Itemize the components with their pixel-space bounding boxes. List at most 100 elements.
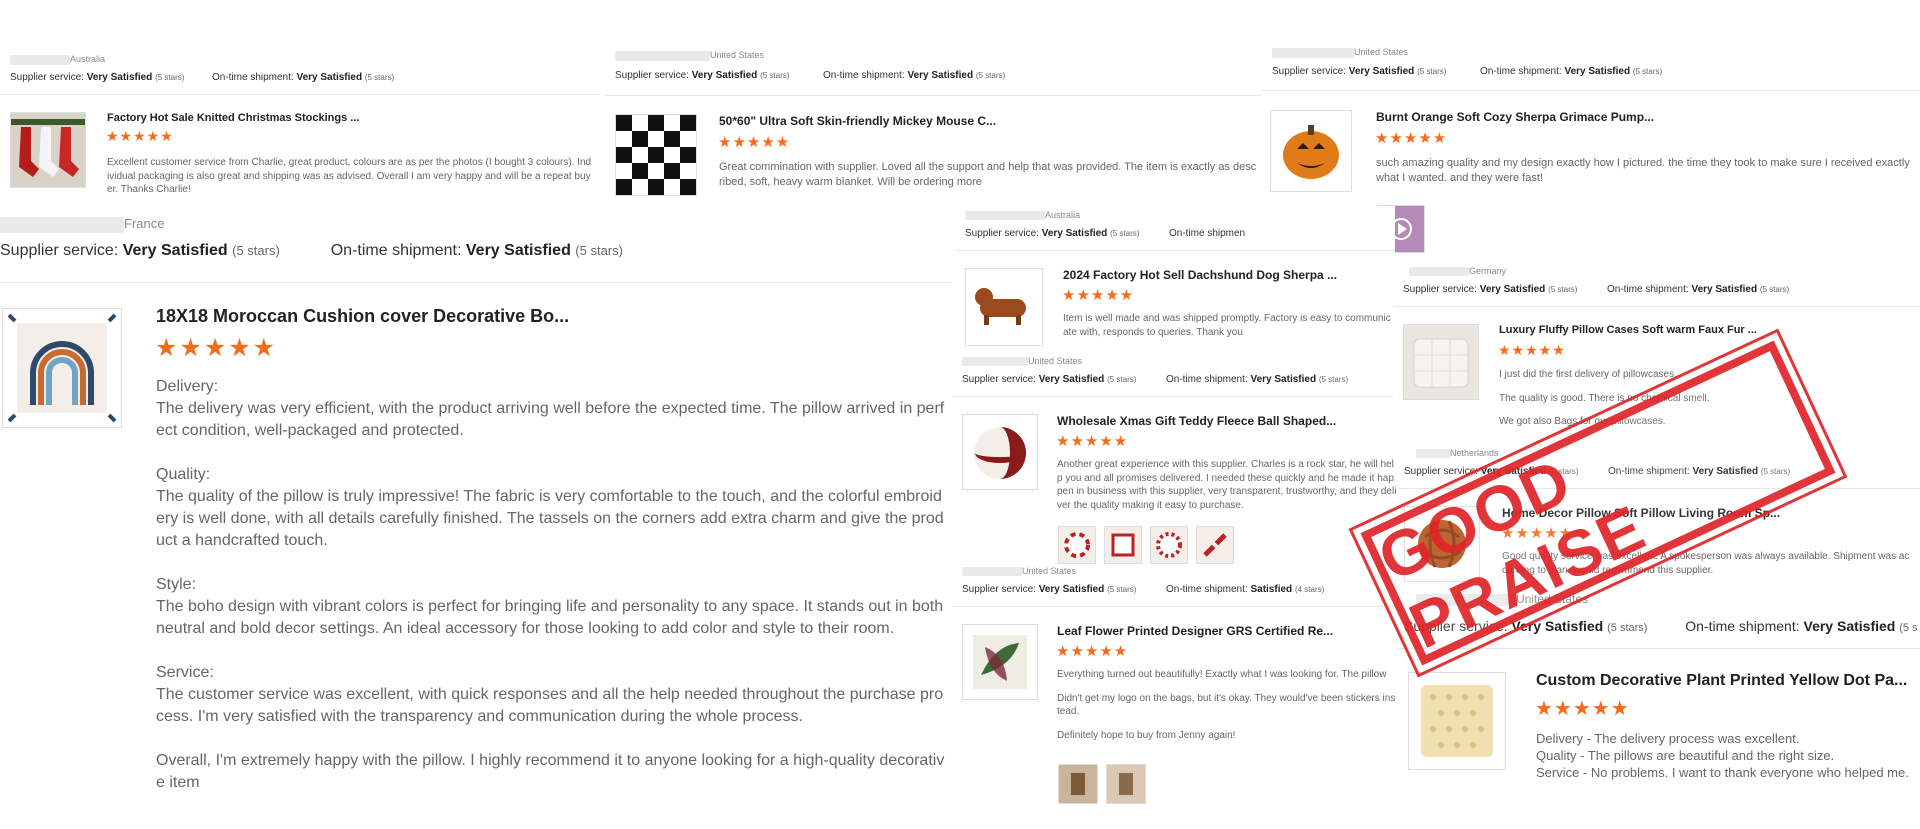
divider — [952, 606, 1400, 607]
shipment-label: On-time shipment: — [1479, 66, 1562, 77]
review-spacer — [156, 728, 946, 750]
review-line: Everything turned out beautifully! Exact… — [1057, 669, 1387, 680]
supplier-service-label: Supplier service: — [1272, 66, 1346, 77]
divider — [605, 95, 1265, 96]
shipment-value: Very Satisfied — [296, 72, 363, 83]
product-thumbnail[interactable] — [615, 114, 697, 196]
review-line: Service - No problems. I want to thank e… — [1536, 765, 1909, 780]
candy-pillow-photo — [1111, 533, 1135, 557]
review-card-blanket: United States Supplier service: Very Sat… — [605, 40, 1265, 205]
shipment-value: Very Satisfied — [1564, 66, 1631, 77]
review-paragraph: The customer service was excellent, with… — [156, 686, 944, 725]
product-thumbnail[interactable] — [962, 624, 1038, 700]
rating-summary: Supplier service: Very Satisfied (5 star… — [965, 228, 1245, 239]
review-photo[interactable] — [1104, 526, 1142, 564]
shipment-stars: (5 stars) — [1318, 375, 1349, 384]
rating-summary: Supplier service: Very Satisfied (5 star… — [615, 70, 1005, 81]
review-paragraph: Overall, I'm extremely happy with the pi… — [156, 752, 945, 791]
product-title[interactable]: Burnt Orange Soft Cozy Sherpa Grimace Pu… — [1376, 110, 1676, 124]
shipment-label: On-time shipment: — [330, 242, 462, 259]
shipment-stars: (5 s — [1899, 622, 1918, 634]
review-text: Delivery - The delivery process was exce… — [1536, 730, 1920, 781]
product-title[interactable]: Leaf Flower Printed Designer GRS Certifi… — [1057, 624, 1387, 638]
supplier-service-stars: (5 stars) — [1417, 67, 1447, 76]
review-text: Everything turned out beautifully! Exact… — [1057, 668, 1397, 742]
reviewer-name-blurred — [962, 567, 1022, 577]
reviewer-name-blurred — [615, 50, 710, 61]
product-thumbnail[interactable] — [1408, 672, 1506, 770]
checkered-blanket-image — [616, 115, 696, 195]
review-photo[interactable] — [1150, 526, 1188, 564]
reviewer-country: Australia — [1045, 210, 1081, 220]
supplier-service-label: Supplier service: — [615, 70, 689, 81]
review-text: Great commination with supplier. Loved a… — [719, 161, 1257, 188]
reviewer-info: United States — [1272, 47, 1408, 58]
rating-stars: ★★★★★ — [1498, 342, 1566, 358]
review-line: Didn't get my logo on the bags, but it's… — [1057, 692, 1396, 718]
review-card-leaf-flower: United States Supplier service: Very Sat… — [952, 564, 1400, 829]
shipment-value: Very Satisfied — [1250, 374, 1317, 385]
divider — [1262, 90, 1920, 91]
rating-summary: Supplier service: Very Satisfied (5 star… — [0, 242, 623, 260]
shipment-value: Very Satisfied — [1803, 618, 1896, 634]
product-thumbnail[interactable] — [965, 268, 1043, 346]
product-title[interactable]: Factory Hot Sale Knitted Christmas Stock… — [107, 112, 407, 124]
product-title[interactable]: Custom Decorative Plant Printed Yellow D… — [1536, 672, 1916, 690]
supplier-service-stars: (5 stars) — [1110, 229, 1140, 238]
supplier-service-stars: (5 stars) — [232, 243, 280, 258]
reviewer-country: France — [124, 216, 165, 231]
product-title[interactable]: Luxury Fluffy Pillow Cases Soft warm Fau… — [1499, 324, 1789, 336]
review-text: Delivery: The delivery was very efficien… — [156, 376, 946, 794]
faux-fur-pillow-image — [1404, 325, 1478, 399]
reviewer-country: United States — [1022, 566, 1077, 576]
product-thumbnail[interactable] — [10, 112, 86, 188]
shipment-stars: (5 stars) — [1632, 67, 1663, 76]
reviewer-name-blurred — [1409, 267, 1469, 277]
product-thumbnail[interactable] — [2, 308, 122, 428]
product-thumbnail[interactable] — [962, 414, 1038, 490]
review-photo[interactable] — [1058, 764, 1098, 804]
supplier-service-label: Supplier service: — [965, 228, 1039, 239]
supplier-service-label: Supplier service: — [962, 584, 1036, 595]
rating-summary: Supplier service: Very Satisfied (5 star… — [962, 374, 1348, 385]
bag-photo — [1071, 773, 1085, 795]
product-thumbnail[interactable] — [1270, 110, 1352, 192]
review-photo[interactable] — [1196, 526, 1234, 564]
review-photo[interactable] — [1058, 526, 1096, 564]
reviewer-info: Australia — [10, 54, 105, 65]
leaf-pillow-image — [963, 625, 1037, 699]
shipment-stars: (5 stars) — [364, 73, 395, 82]
reviewer-country: Netherlands — [1450, 448, 1499, 458]
product-title[interactable]: 50*60" Ultra Soft Skin-friendly Mickey M… — [719, 114, 1049, 128]
shipment-stars: (5 stars) — [575, 243, 623, 258]
reviewer-name-blurred — [0, 216, 124, 233]
product-title[interactable]: 18X18 Moroccan Cushion cover Decorative … — [156, 306, 716, 327]
supplier-service-value: Very Satisfied — [1041, 228, 1108, 239]
supplier-service-stars: (5 stars) — [1107, 585, 1137, 594]
product-title[interactable]: Wholesale Xmas Gift Teddy Fleece Ball Sh… — [1057, 414, 1387, 428]
review-card-teddy-ball: United States Supplier service: Very Sat… — [952, 354, 1400, 564]
rating-stars: ★★★★★ — [1056, 643, 1129, 660]
rating-summary: Supplier service: Very Satisfied (5 star… — [1272, 66, 1662, 77]
rating-stars: ★★★★★ — [106, 128, 174, 144]
review-photo[interactable] — [1106, 764, 1146, 804]
reviewer-info: United States — [962, 356, 1083, 367]
review-paragraph: The boho design with vibrant colors is p… — [156, 598, 944, 637]
reviewer-country: United States — [1028, 356, 1083, 366]
divider — [0, 94, 600, 95]
reviewer-name-blurred — [965, 211, 1045, 221]
shipment-value: Very Satisfied — [1691, 284, 1758, 295]
reviewer-info: Netherlands — [1416, 448, 1499, 459]
review-paragraph: Style: — [156, 576, 197, 593]
rating-summary: Supplier service: Very Satisfied (5 star… — [10, 72, 394, 83]
supplier-service-value: Very Satisfied — [1479, 284, 1546, 295]
review-card-moroccan-cushion: France Supplier service: Very Satisfied … — [0, 212, 952, 829]
shipment-stars: (5 stars) — [975, 71, 1006, 80]
reviewer-info: United States — [615, 50, 764, 61]
product-title[interactable]: 2024 Factory Hot Sell Dachshund Dog Sher… — [1063, 268, 1383, 282]
product-thumbnail[interactable] — [1403, 324, 1479, 400]
review-spacer — [156, 552, 946, 574]
candy-pillow-photo — [1156, 532, 1182, 558]
divider — [955, 250, 1395, 251]
supplier-service-label: Supplier service: — [1403, 284, 1477, 295]
